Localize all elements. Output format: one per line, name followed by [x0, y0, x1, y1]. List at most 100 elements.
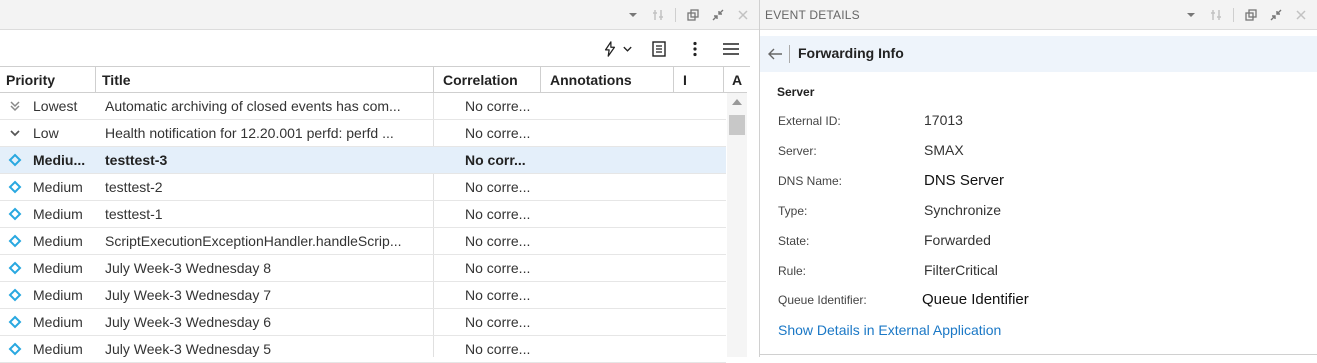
detail-field: DNS Name: DNS Server: [760, 172, 1300, 194]
events-table: Priority Title Correlation Annotations I…: [0, 67, 747, 93]
diamond-icon: [8, 228, 22, 255]
events-pane-window-controls: [625, 6, 751, 24]
title-cell: July Week-3 Wednesday 7: [105, 287, 272, 303]
table-row[interactable]: Medium July Week-3 Wednesday 8 No corre...: [0, 255, 726, 282]
lightning-icon[interactable]: [600, 39, 634, 59]
detail-header: Forwarding Info: [760, 36, 1317, 72]
table-row[interactable]: Medium July Week-3 Wednesday 7 No corre...: [0, 282, 726, 309]
title-cell: testtest-1: [105, 206, 163, 222]
title-cell: July Week-3 Wednesday 8: [105, 260, 272, 276]
priority-cell: Lowest: [33, 98, 78, 114]
events-pane: Priority Title Correlation Annotations I…: [0, 0, 760, 363]
title-cell: Automatic archiving of closed events has…: [105, 98, 401, 114]
field-label: External ID:: [778, 114, 841, 128]
divider: [789, 45, 790, 63]
table-row[interactable]: Medium ScriptExecutionExceptionHandler.ha…: [0, 228, 726, 255]
field-label: State:: [778, 234, 810, 248]
menu-icon[interactable]: [720, 39, 742, 59]
title-cell: July Week-3 Wednesday 6: [105, 314, 272, 330]
details-window-controls: [1183, 6, 1309, 24]
column-chooser-icon[interactable]: [648, 39, 670, 59]
event-details-titlebar: EVENT DETAILS: [760, 0, 1317, 30]
vertical-scrollbar[interactable]: [727, 93, 747, 357]
field-label: Server:: [778, 144, 817, 158]
table-header: Priority Title Correlation Annotations I…: [0, 67, 747, 93]
back-arrow-icon[interactable]: [766, 45, 784, 63]
filter-settings-icon[interactable]: [650, 7, 666, 23]
chevron-down-icon[interactable]: [625, 7, 641, 23]
detail-field: External ID: 17013: [760, 112, 1300, 134]
diamond-icon: [8, 174, 22, 201]
collapse-icon[interactable]: [1268, 7, 1284, 23]
field-value: DNS Server: [924, 172, 1005, 189]
chevron-down-icon: [8, 120, 22, 147]
column-header-a[interactable]: A: [724, 67, 747, 93]
correlation-cell: No corre...: [465, 287, 531, 303]
priority-cell: Medium: [33, 179, 83, 195]
correlation-cell: No corre...: [465, 98, 531, 114]
table-row[interactable]: Low Health notification for 12.20.001 per…: [0, 120, 726, 147]
diamond-icon: [8, 282, 22, 309]
field-value: 17013: [924, 112, 963, 128]
events-pane-titlebar: [0, 0, 759, 30]
column-header-title[interactable]: Title: [96, 67, 434, 93]
table-row[interactable]: Lowest Automatic archiving of closed even…: [0, 93, 726, 120]
priority-cell: Medium: [33, 341, 83, 357]
detail-title: Forwarding Info: [798, 45, 904, 61]
close-icon[interactable]: [1293, 7, 1309, 23]
correlation-cell: No corre...: [465, 341, 531, 357]
diamond-icon: [8, 201, 22, 228]
show-external-details-link[interactable]: Show Details in External Application: [778, 322, 1001, 338]
pane-title: EVENT DETAILS: [765, 8, 860, 22]
divider: [1233, 8, 1234, 22]
title-cell: July Week-3 Wednesday 5: [105, 341, 272, 357]
table-row[interactable]: Medium July Week-3 Wednesday 5 No corre...: [0, 336, 726, 363]
diamond-icon: [8, 147, 22, 174]
correlation-cell: No corr...: [465, 152, 526, 168]
priority-cell: Medium: [33, 233, 83, 249]
more-vertical-icon[interactable]: [684, 39, 706, 59]
diamond-icon: [8, 255, 22, 282]
chevron-down-icon[interactable]: [1183, 7, 1199, 23]
detail-field: Queue Identifier: Queue Identifier: [760, 291, 1300, 313]
undock-icon[interactable]: [685, 7, 701, 23]
undock-icon[interactable]: [1243, 7, 1259, 23]
detail-field: Rule: FilterCritical: [760, 262, 1300, 284]
table-row[interactable]: Medium July Week-3 Wednesday 6 No corre...: [0, 309, 726, 336]
diamond-icon: [8, 309, 22, 336]
column-header-i[interactable]: I: [674, 67, 724, 93]
collapse-icon[interactable]: [710, 7, 726, 23]
column-header-priority[interactable]: Priority: [0, 67, 96, 93]
field-value: FilterCritical: [924, 262, 998, 278]
field-value: SMAX: [924, 142, 964, 158]
filter-settings-icon[interactable]: [1208, 7, 1224, 23]
table-row[interactable]: Medium testtest-2 No corre...: [0, 174, 726, 201]
scrollbar-thumb[interactable]: [729, 115, 745, 135]
correlation-cell: No corre...: [465, 179, 531, 195]
divider: [675, 8, 676, 22]
priority-cell: Mediu...: [33, 152, 86, 168]
title-cell: testtest-2: [105, 179, 163, 195]
table-row[interactable]: Medium testtest-1 No corre...: [0, 201, 726, 228]
scroll-up-icon[interactable]: [732, 99, 742, 105]
chevron-down-icon: [622, 46, 632, 52]
priority-cell: Medium: [33, 287, 83, 303]
field-label: DNS Name:: [778, 174, 843, 188]
column-header-correlation[interactable]: Correlation: [434, 67, 541, 93]
close-icon[interactable]: [735, 7, 751, 23]
title-cell: Health notification for 12.20.001 perfd:…: [105, 125, 394, 141]
correlation-cell: No corre...: [465, 233, 531, 249]
priority-cell: Medium: [33, 260, 83, 276]
title-cell: ScriptExecutionExceptionHandler.handleSc…: [105, 233, 402, 249]
diamond-icon: [8, 336, 22, 363]
priority-cell: Medium: [33, 314, 83, 330]
detail-field: State: Forwarded: [760, 232, 1300, 254]
table-row[interactable]: Mediu... testtest-3 No corr...: [0, 147, 726, 174]
correlation-cell: No corre...: [465, 314, 531, 330]
column-header-annotations[interactable]: Annotations: [541, 67, 674, 93]
section-heading-server: Server: [777, 85, 815, 99]
field-label: Queue Identifier:: [778, 293, 867, 307]
priority-cell: Low: [33, 125, 59, 141]
title-cell: testtest-3: [105, 152, 168, 168]
priority-cell: Medium: [33, 206, 83, 222]
